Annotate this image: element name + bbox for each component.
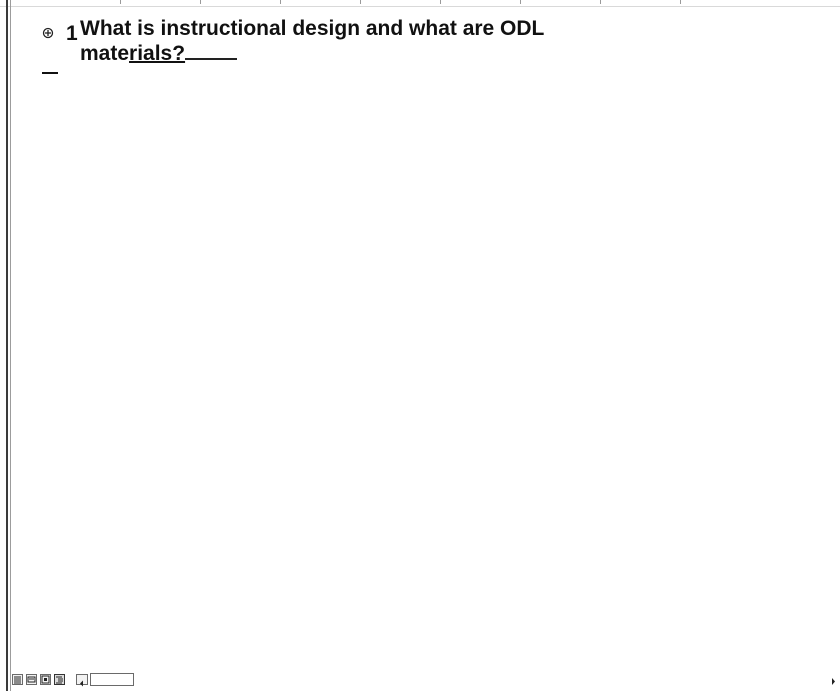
expand-plus-icon[interactable] [42, 26, 54, 39]
outline-view-icon [56, 676, 63, 684]
scroll-right-button[interactable] [828, 674, 838, 685]
page-layout-view-button[interactable] [40, 674, 51, 685]
outline-view-button[interactable] [54, 674, 65, 685]
normal-view-icon [14, 676, 21, 684]
ruler-tick [520, 0, 521, 4]
heading-line-1: What is instructional design and what ar… [80, 17, 545, 40]
document-window: 1 What is instructional design and what … [0, 0, 840, 691]
ruler-tick [440, 0, 441, 4]
normal-view-button[interactable] [12, 674, 23, 685]
heading-line-2-plain: mate [80, 42, 130, 65]
ruler-tick [680, 0, 681, 4]
ruler-tick [360, 0, 361, 4]
scroll-left-button[interactable] [76, 674, 88, 687]
ruler-tick [600, 0, 601, 4]
arrow-left-icon [80, 680, 83, 687]
horizontal-scroll-thumb[interactable] [90, 673, 134, 686]
ruler-tick [120, 0, 121, 4]
heading-line-2: materials? [80, 41, 680, 66]
web-layout-icon [27, 676, 36, 683]
outline-view[interactable]: 1 What is instructional design and what … [12, 10, 812, 74]
heading-text[interactable]: What is instructional design and what ar… [80, 16, 680, 66]
ruler-tick [200, 0, 201, 4]
heading-number: 1 [66, 22, 78, 45]
page-layout-icon [41, 675, 50, 684]
underline-tail [185, 42, 238, 60]
arrow-right-icon [832, 678, 835, 685]
window-left-border-inner [10, 0, 11, 691]
outline-heading-1[interactable]: 1 What is instructional design and what … [12, 16, 812, 66]
ruler-tick [280, 0, 281, 4]
window-left-border [6, 0, 8, 691]
status-view-bar [12, 665, 840, 691]
ruler [0, 0, 840, 7]
text-cursor-marker [42, 72, 58, 74]
heading-line-2-underlined: rials? [129, 42, 186, 65]
web-layout-view-button[interactable] [26, 674, 37, 685]
